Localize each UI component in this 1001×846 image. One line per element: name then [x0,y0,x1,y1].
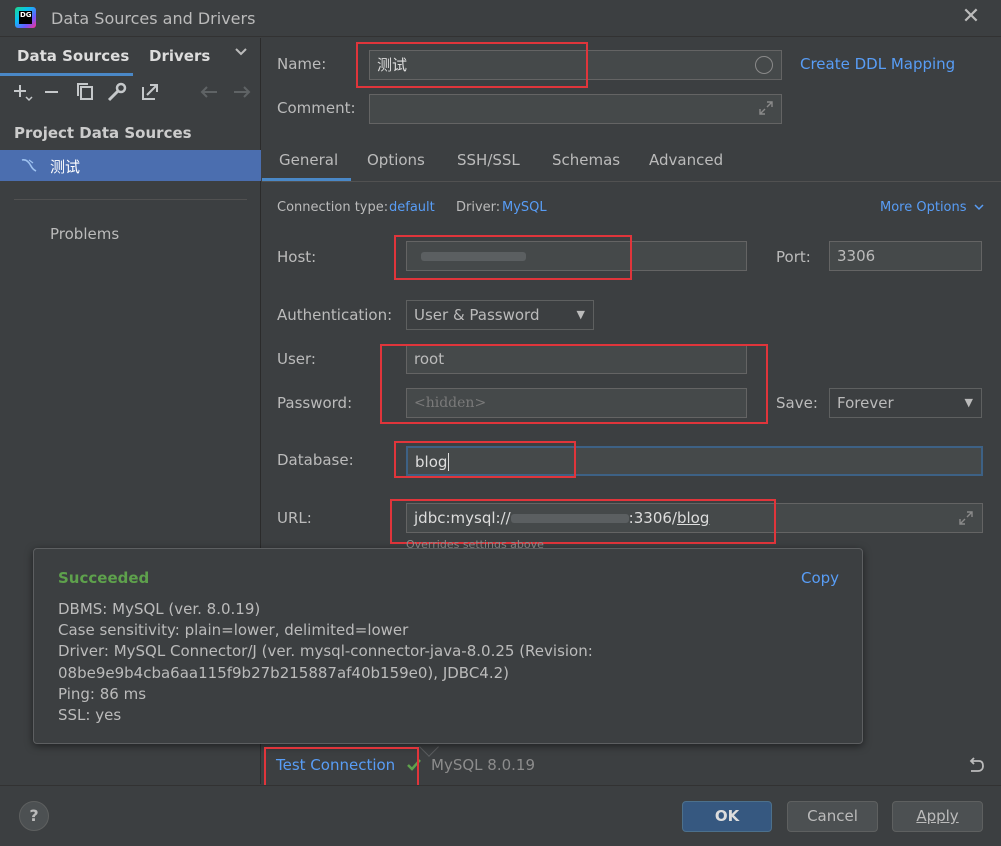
ssl-line: SSL: yes [58,706,122,724]
tab-options[interactable]: Options [367,151,425,169]
tabs-divider [262,181,1001,182]
project-data-sources-heading: Project Data Sources [14,124,192,142]
dbms-line: DBMS: MySQL (ver. 8.0.19) [58,600,261,618]
forward-arrow-icon[interactable] [230,80,254,104]
back-arrow-icon[interactable] [197,80,221,104]
window-title: Data Sources and Drivers [51,9,256,28]
user-label: User: [277,350,316,368]
server-version: MySQL 8.0.19 [431,756,535,774]
status-succeeded: Succeeded [58,569,150,587]
highlight-credentials [380,344,768,424]
dropdown-arrow-icon: ▼ [964,396,973,409]
highlight-database [394,441,576,478]
chevron-down-icon[interactable] [234,44,248,62]
tab-data-sources[interactable]: Data Sources [0,44,133,76]
create-ddl-mapping-link[interactable]: Create DDL Mapping [800,55,955,73]
datagrip-app-icon: DG [15,7,36,28]
more-options-label: More Options [880,200,967,215]
driver-line: Driver: MySQL Connector/J (ver. mysql-co… [58,642,593,660]
dropdown-arrow-icon: ▼ [576,308,585,321]
comment-input[interactable] [369,94,782,124]
comment-label: Comment: [277,99,356,117]
highlight-host [394,235,632,280]
connection-type-label: Connection type: [277,200,389,215]
driver-label: Driver: [456,200,501,215]
tab-schemas[interactable]: Schemas [552,151,620,169]
divider [14,199,247,200]
ok-button[interactable]: OK [682,801,772,832]
wrench-icon[interactable] [105,80,129,104]
password-label: Password: [277,394,353,412]
data-source-item[interactable]: 测试 [0,150,261,181]
close-icon[interactable]: ✕ [960,6,982,28]
authentication-label: Authentication: [277,306,393,324]
apply-button[interactable]: Apply [892,801,983,832]
cancel-button[interactable]: Cancel [787,801,878,832]
port-value: 3306 [837,247,876,265]
highlight-name [356,42,588,88]
ping-line: Ping: 86 ms [58,685,147,703]
save-select[interactable]: Forever ▼ [829,388,982,418]
driver-link[interactable]: MySQL [502,200,547,215]
authentication-value: User & Password [414,306,540,324]
connection-type-link[interactable]: default [389,200,435,215]
name-label: Name: [277,55,327,73]
help-button[interactable]: ? [19,801,49,831]
copy-link[interactable]: Copy [801,569,839,587]
jump-to-icon[interactable] [138,80,162,104]
tab-general-indicator [262,178,351,181]
save-value: Forever [837,394,894,412]
tab-ssh-ssl[interactable]: SSH/SSL [457,151,520,169]
add-icon[interactable] [10,80,34,104]
host-label: Host: [277,248,317,266]
expand-icon[interactable] [758,100,774,120]
revert-icon[interactable] [967,756,985,778]
duplicate-icon[interactable] [73,80,97,104]
more-options-link[interactable]: More Options [880,200,984,215]
port-input[interactable]: 3306 [829,241,982,271]
save-label: Save: [776,394,818,412]
url-label: URL: [277,509,312,527]
port-label: Port: [776,248,811,266]
database-label: Database: [277,451,354,469]
mysql-icon [20,156,38,174]
test-result-popup: Succeeded Copy DBMS: MySQL (ver. 8.0.19)… [33,548,863,744]
tab-general[interactable]: General [279,151,338,169]
remove-icon[interactable] [40,80,64,104]
expand-icon[interactable] [958,510,974,530]
revision-line: 08be9e9b4cba6aa115f9b27b215887af40b159e0… [58,664,510,682]
data-source-label: 测试 [50,158,81,176]
case-sensitivity-line: Case sensitivity: plain=lower, delimited… [58,621,409,639]
tab-drivers[interactable]: Drivers [149,44,210,76]
color-circle-icon[interactable] [755,56,773,74]
problems-item[interactable]: Problems [50,225,119,243]
highlight-test-connection [264,747,419,788]
tab-advanced[interactable]: Advanced [649,151,723,169]
authentication-select[interactable]: User & Password ▼ [406,300,594,330]
